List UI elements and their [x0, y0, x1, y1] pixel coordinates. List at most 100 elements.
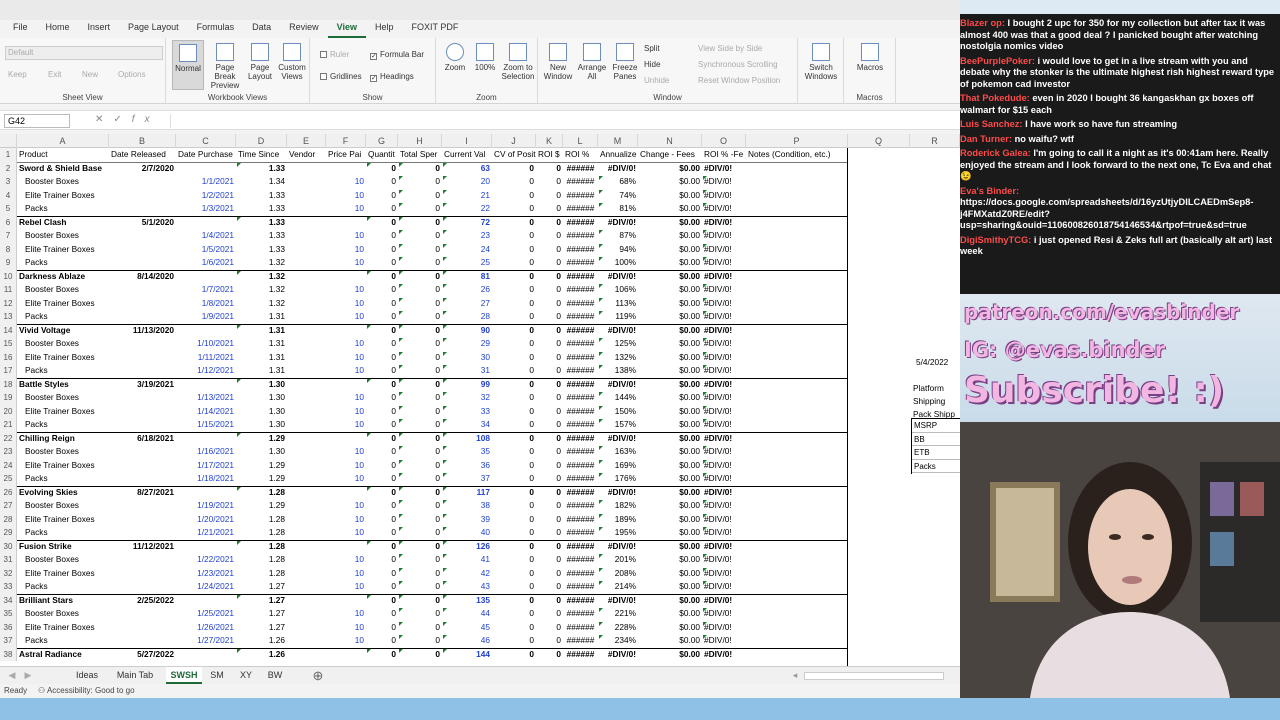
- time-since-cell[interactable]: 1.28: [236, 526, 287, 540]
- tab-help[interactable]: Help: [366, 20, 403, 38]
- vendor-cell[interactable]: [287, 567, 326, 581]
- annualized-cell[interactable]: #DIV/0!: [598, 270, 638, 284]
- hscroll-left-icon[interactable]: ◂: [790, 667, 800, 684]
- quantity-cell[interactable]: 0: [366, 580, 398, 594]
- notes-cell[interactable]: [746, 202, 848, 216]
- total-spent-cell[interactable]: 0: [398, 283, 442, 297]
- price-cell[interactable]: 10: [326, 364, 366, 378]
- vendor-cell[interactable]: [287, 216, 326, 230]
- column-header-h[interactable]: H: [398, 134, 442, 148]
- vendor-cell[interactable]: [287, 378, 326, 392]
- date-purchased-cell[interactable]: 1/19/2021: [176, 499, 236, 513]
- date-released-cell[interactable]: 11/12/2021: [109, 540, 176, 554]
- change-fees-cell[interactable]: $0.00: [638, 621, 702, 635]
- total-spent-cell[interactable]: 0: [398, 513, 442, 527]
- hide-button[interactable]: Hide: [644, 60, 660, 69]
- total-spent-cell[interactable]: 0: [398, 405, 442, 419]
- date-purchased-cell[interactable]: [176, 594, 236, 608]
- notes-cell[interactable]: [746, 567, 848, 581]
- quantity-cell[interactable]: 0: [366, 526, 398, 540]
- time-since-cell[interactable]: 1.26: [236, 648, 287, 662]
- column-header-m[interactable]: M: [598, 134, 638, 148]
- vendor-cell[interactable]: [287, 580, 326, 594]
- total-spent-cell[interactable]: 0: [398, 499, 442, 513]
- total-spent-cell[interactable]: 0: [398, 472, 442, 486]
- price-cell[interactable]: 10: [326, 634, 366, 648]
- change-fees-cell[interactable]: $0.00: [638, 472, 702, 486]
- normal-view-button[interactable]: Normal: [172, 40, 204, 90]
- date-purchased-cell[interactable]: [176, 540, 236, 554]
- roi-percent-cell[interactable]: ######: [563, 607, 598, 621]
- row-number[interactable]: 23: [0, 445, 17, 459]
- column-header-r[interactable]: R: [910, 134, 960, 148]
- roi-percent-cell[interactable]: ######: [563, 472, 598, 486]
- quantity-cell[interactable]: 0: [366, 391, 398, 405]
- quantity-cell[interactable]: 0: [366, 229, 398, 243]
- row-number[interactable]: 2: [0, 161, 17, 175]
- roi-dollar-cell[interactable]: 0: [536, 634, 563, 648]
- date-purchased-cell[interactable]: 1/7/2021: [176, 283, 236, 297]
- date-released-cell[interactable]: [109, 567, 176, 581]
- zoom-button[interactable]: Zoom: [440, 40, 470, 90]
- cv-position-cell[interactable]: 0: [492, 337, 536, 351]
- price-cell[interactable]: [326, 432, 366, 446]
- current-value-cell[interactable]: 23: [442, 229, 492, 243]
- current-value-cell[interactable]: 20: [442, 175, 492, 189]
- product-cell[interactable]: Elite Trainer Boxes: [17, 189, 109, 203]
- annualized-cell[interactable]: #DIV/0!: [598, 648, 638, 662]
- roi-fees-cell[interactable]: #DIV/0!: [702, 648, 746, 662]
- quantity-cell[interactable]: 0: [366, 283, 398, 297]
- cv-position-cell[interactable]: 0: [492, 540, 536, 554]
- roi-percent-cell[interactable]: ######: [563, 337, 598, 351]
- change-fees-cell[interactable]: $0.00: [638, 175, 702, 189]
- roi-percent-cell[interactable]: ######: [563, 324, 598, 338]
- annualized-cell[interactable]: 144%: [598, 391, 638, 405]
- date-purchased-cell[interactable]: 1/15/2021: [176, 418, 236, 432]
- cv-position-cell[interactable]: 0: [492, 216, 536, 230]
- time-since-cell[interactable]: 1.27: [236, 594, 287, 608]
- tab-home[interactable]: Home: [37, 20, 79, 38]
- time-since-cell[interactable]: 1.29: [236, 432, 287, 446]
- column-header-o[interactable]: O: [702, 134, 746, 148]
- change-fees-cell[interactable]: $0.00: [638, 486, 702, 500]
- date-purchased-cell[interactable]: 1/5/2021: [176, 243, 236, 257]
- price-cell[interactable]: 10: [326, 526, 366, 540]
- date-purchased-cell[interactable]: [176, 432, 236, 446]
- price-cell[interactable]: 10: [326, 175, 366, 189]
- column-header-q[interactable]: Q: [848, 134, 910, 148]
- product-cell[interactable]: Brilliant Stars: [17, 594, 109, 608]
- cv-position-cell[interactable]: 0: [492, 634, 536, 648]
- price-cell[interactable]: 10: [326, 202, 366, 216]
- roi-percent-cell[interactable]: ######: [563, 580, 598, 594]
- roi-fees-cell[interactable]: #DIV/0!: [702, 405, 746, 419]
- roi-fees-cell[interactable]: #DIV/0!: [702, 310, 746, 324]
- row-number[interactable]: 28: [0, 512, 17, 526]
- time-since-cell[interactable]: 1.31: [236, 337, 287, 351]
- date-purchased-cell[interactable]: [176, 378, 236, 392]
- current-value-cell[interactable]: 31: [442, 364, 492, 378]
- current-value-cell[interactable]: 63: [442, 162, 492, 176]
- date-released-cell[interactable]: [109, 175, 176, 189]
- header-cell[interactable]: ROI %: [563, 148, 598, 162]
- roi-fees-cell[interactable]: #DIV/0!: [702, 513, 746, 527]
- product-cell[interactable]: Elite Trainer Boxes: [17, 243, 109, 257]
- roi-fees-cell[interactable]: #DIV/0!: [702, 297, 746, 311]
- date-released-cell[interactable]: [109, 229, 176, 243]
- vendor-cell[interactable]: [287, 418, 326, 432]
- annualized-cell[interactable]: 113%: [598, 297, 638, 311]
- roi-fees-cell[interactable]: #DIV/0!: [702, 567, 746, 581]
- date-released-cell[interactable]: [109, 310, 176, 324]
- date-released-cell[interactable]: [109, 405, 176, 419]
- cv-position-cell[interactable]: 0: [492, 432, 536, 446]
- row-number[interactable]: 29: [0, 526, 17, 540]
- notes-cell[interactable]: [746, 324, 848, 338]
- time-since-cell[interactable]: 1.33: [236, 189, 287, 203]
- current-value-cell[interactable]: 43: [442, 580, 492, 594]
- quantity-cell[interactable]: 0: [366, 621, 398, 635]
- roi-percent-cell[interactable]: ######: [563, 202, 598, 216]
- header-cell[interactable]: Time Since: [236, 148, 287, 162]
- total-spent-cell[interactable]: 0: [398, 189, 442, 203]
- row-number[interactable]: 9: [0, 256, 17, 270]
- row-number[interactable]: 16: [0, 350, 17, 364]
- price-cell[interactable]: 10: [326, 472, 366, 486]
